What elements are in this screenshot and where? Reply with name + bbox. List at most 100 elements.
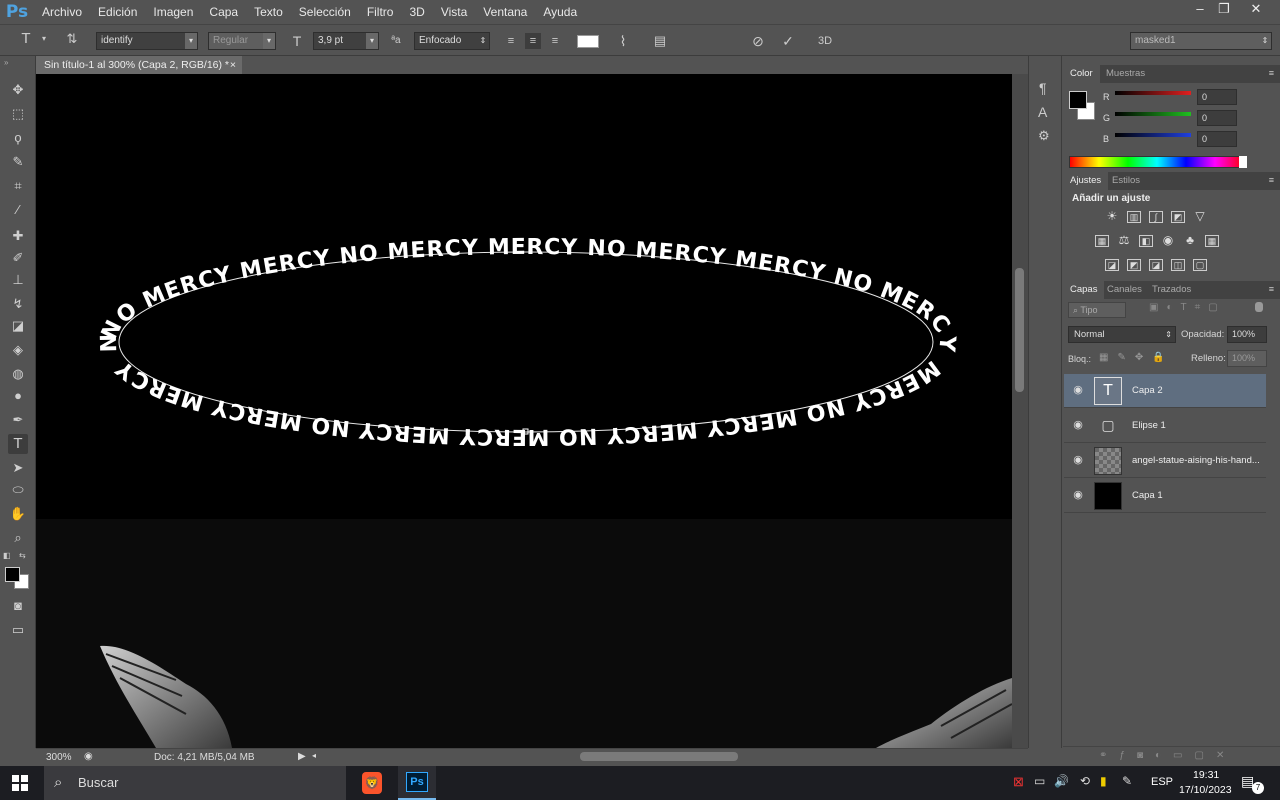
fx-icon[interactable]: ƒ — [1119, 750, 1137, 761]
swap-colors-icon[interactable]: ⇆ — [19, 551, 26, 560]
chevron-down-icon[interactable]: ▾ — [36, 31, 52, 47]
new-layer-icon[interactable]: ▢ — [1195, 750, 1216, 761]
crop-tool-icon[interactable]: ⌗ — [8, 176, 28, 196]
tray-sync-icon[interactable]: ⟲ — [1080, 774, 1090, 788]
slider-b-value[interactable]: 0 — [1197, 131, 1237, 147]
menu-filtro[interactable]: Filtro — [359, 0, 402, 24]
mask-icon[interactable]: ◙ — [1137, 750, 1155, 761]
lasso-tool-icon[interactable]: ϙ — [8, 128, 28, 148]
layer-row-elipse-1[interactable]: ◉ ▢ Elipse 1 — [1064, 409, 1266, 443]
layer-filter-select[interactable]: ⌕ Tipo — [1068, 302, 1126, 318]
horizontal-scroll-thumb[interactable] — [580, 752, 738, 761]
volume-icon[interactable]: 🔊 — [1054, 774, 1069, 788]
network-icon[interactable]: ▭ — [1034, 774, 1045, 788]
tab-color[interactable]: Color — [1063, 65, 1100, 83]
marquee-tool-icon[interactable]: ⬚ — [8, 104, 28, 124]
slider-g-value[interactable]: 0 — [1197, 110, 1237, 126]
link-icon[interactable]: ⚭ — [1099, 750, 1119, 761]
blur-tool-icon[interactable]: ◍ — [8, 364, 28, 384]
layer-filter-icons[interactable]: ▣◐T⌗▢ — [1149, 302, 1226, 313]
type-tool-preset-icon[interactable]: T — [18, 31, 34, 47]
taskbar-search-box[interactable]: ⌕ Buscar — [44, 766, 346, 800]
layer-row-angel-statue[interactable]: ◉ angel-statue-aising-his-hand... — [1064, 444, 1266, 478]
posterize-icon[interactable]: ◩ — [1127, 259, 1141, 271]
hand-tool-icon[interactable]: ✋ — [8, 504, 28, 524]
menu-3d[interactable]: 3D — [401, 0, 432, 24]
menu-edicion[interactable]: Edición — [90, 0, 145, 24]
status-menu-icon[interactable]: ◉ — [84, 751, 93, 762]
quick-mask-icon[interactable]: ◙ — [8, 596, 28, 616]
pen-tool-icon[interactable]: ✒ — [8, 410, 28, 430]
slider-r-track[interactable] — [1115, 91, 1191, 95]
eraser-tool-icon[interactable]: ◪ — [8, 316, 28, 336]
tab-ajustes[interactable]: Ajustes — [1063, 172, 1109, 190]
path-selection-tool-icon[interactable]: ➤ — [8, 458, 28, 478]
paint-bucket-tool-icon[interactable]: ◈ — [8, 340, 28, 360]
menu-archivo[interactable]: Archivo — [34, 0, 90, 24]
menu-capa[interactable]: Capa — [201, 0, 246, 24]
color-lookup-icon[interactable]: ▦ — [1205, 235, 1219, 247]
pen-input-icon[interactable]: ✎ — [1122, 774, 1132, 788]
vibrance-icon[interactable]: ▽ — [1193, 210, 1207, 223]
menu-ayuda[interactable]: Ayuda — [535, 0, 585, 24]
screen-mode-icon[interactable]: ▭ — [8, 620, 28, 640]
curves-icon[interactable]: ∫ — [1149, 211, 1163, 223]
vertical-scroll-thumb[interactable] — [1015, 268, 1024, 392]
cancel-icon[interactable]: ⊘ — [750, 33, 766, 49]
menu-seleccion[interactable]: Selección — [291, 0, 359, 24]
panel-menu-icon[interactable]: ≡ — [1269, 284, 1274, 294]
font-size-field[interactable]: 3,9 pt ▾ — [313, 32, 379, 50]
document-tab[interactable]: Sin título-1 al 300% (Capa 2, RGB/16) * … — [36, 56, 242, 74]
align-right-icon[interactable]: ≡ — [547, 33, 563, 49]
status-arrow-icon[interactable]: ▶ — [298, 751, 306, 762]
levels-icon[interactable]: ▥ — [1127, 211, 1141, 223]
threshold-icon[interactable]: ◪ — [1149, 259, 1163, 271]
dodge-tool-icon[interactable]: ● — [8, 386, 28, 406]
hue-saturation-icon[interactable]: ▦ — [1095, 235, 1109, 247]
clock-time[interactable]: 19:31 — [1193, 769, 1219, 781]
move-tool-icon[interactable]: ✥ — [8, 80, 28, 100]
align-center-icon[interactable]: ≡ — [525, 33, 541, 49]
opacity-field[interactable]: 100% — [1227, 326, 1267, 343]
slider-r-value[interactable]: 0 — [1197, 89, 1237, 105]
workspace-select[interactable]: masked1 ⇕ — [1130, 32, 1272, 50]
collapse-icon[interactable]: » — [4, 58, 8, 67]
quick-selection-tool-icon[interactable]: ✎ — [8, 152, 28, 172]
layer-row-capa-1[interactable]: ◉ Capa 1 — [1064, 479, 1266, 513]
spectrum-white-swatch[interactable] — [1239, 156, 1247, 168]
close-window-button[interactable]: ✕ — [1242, 0, 1270, 18]
tab-canales[interactable]: Canales — [1100, 281, 1149, 299]
channel-mixer-icon[interactable]: ♣ — [1183, 234, 1197, 247]
slider-g-track[interactable] — [1115, 112, 1191, 116]
eyedropper-tool-icon[interactable]: ⁄ — [8, 200, 28, 220]
windows-start-icon[interactable] — [12, 775, 28, 791]
visibility-eye-icon[interactable]: ◉ — [1070, 419, 1086, 431]
tray-app-icon[interactable]: ⊠ — [1013, 774, 1024, 790]
zoom-tool-icon[interactable]: ⌕ — [8, 528, 28, 548]
input-language[interactable]: ESP — [1151, 776, 1173, 788]
zoom-level[interactable]: 300% — [46, 752, 72, 763]
history-brush-tool-icon[interactable]: ↯ — [8, 294, 28, 314]
adjustment-icon[interactable]: ◐ — [1155, 750, 1173, 761]
selective-color-icon[interactable]: ▢ — [1193, 259, 1207, 271]
layer-name[interactable]: Elipse 1 — [1132, 409, 1262, 443]
scroll-left-icon[interactable]: ◂ — [312, 751, 316, 760]
ellipse-tool-icon[interactable]: ⬭ — [8, 480, 28, 500]
battery-icon[interactable]: ▮ — [1100, 774, 1107, 788]
photo-filter-icon[interactable]: ◉ — [1161, 234, 1175, 247]
filter-toggle-icon[interactable] — [1255, 302, 1263, 312]
close-tab-icon[interactable]: × — [230, 56, 236, 74]
layer-name[interactable]: Capa 1 — [1132, 479, 1262, 513]
restore-button[interactable]: ❐ — [1210, 0, 1238, 18]
font-style-select[interactable]: Regular ▾ — [208, 32, 276, 50]
blend-mode-select[interactable]: Normal ⇕ — [1068, 326, 1176, 343]
clone-stamp-tool-icon[interactable]: ⊥ — [8, 270, 28, 290]
foreground-color-swatch[interactable] — [5, 567, 20, 582]
visibility-eye-icon[interactable]: ◉ — [1070, 489, 1086, 501]
menu-ventana[interactable]: Ventana — [475, 0, 535, 24]
healing-brush-tool-icon[interactable]: ✚ — [8, 226, 28, 246]
type-tool-icon[interactable]: T — [8, 434, 28, 454]
color-balance-icon[interactable]: ⚖ — [1117, 234, 1131, 247]
brave-browser-icon[interactable]: 🦁 — [362, 772, 382, 794]
layer-name[interactable]: Capa 2 — [1132, 374, 1262, 408]
